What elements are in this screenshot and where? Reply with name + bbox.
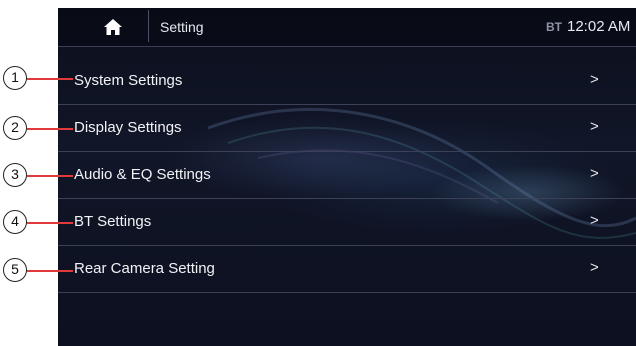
settings-menu: System Settings > Display Settings > Aud… bbox=[58, 58, 636, 293]
status-bar: Setting BT 12:02 AM bbox=[58, 8, 636, 47]
head-unit-screen: Setting BT 12:02 AM System Settings > Di… bbox=[58, 8, 636, 346]
menu-item-display-settings[interactable]: Display Settings > bbox=[58, 105, 636, 152]
callout-line-3 bbox=[27, 175, 73, 177]
menu-item-label: System Settings bbox=[74, 72, 183, 89]
clock: 12:02 AM bbox=[567, 18, 631, 35]
menu-item-rear-camera-setting[interactable]: Rear Camera Setting > bbox=[58, 246, 636, 293]
home-icon bbox=[104, 19, 122, 35]
callout-line-2 bbox=[27, 128, 73, 130]
callout-line-1 bbox=[27, 78, 73, 80]
chevron-right-icon: > bbox=[590, 71, 599, 88]
callout-2: 2 bbox=[3, 116, 27, 140]
menu-item-label: Rear Camera Setting bbox=[74, 260, 215, 277]
callout-1: 1 bbox=[3, 66, 27, 90]
menu-item-label: BT Settings bbox=[74, 213, 152, 230]
chevron-right-icon: > bbox=[590, 165, 599, 182]
chevron-right-icon: > bbox=[590, 259, 599, 276]
menu-item-label: Audio & EQ Settings bbox=[74, 166, 211, 183]
callout-3: 3 bbox=[3, 163, 27, 187]
chevron-right-icon: > bbox=[590, 212, 599, 229]
callout-line-4 bbox=[27, 222, 73, 224]
menu-item-bt-settings[interactable]: BT Settings > bbox=[58, 199, 636, 246]
home-button[interactable] bbox=[78, 10, 148, 44]
menu-item-system-settings[interactable]: System Settings > bbox=[58, 58, 636, 105]
page-title: Setting bbox=[160, 19, 204, 35]
menu-item-audio-eq-settings[interactable]: Audio & EQ Settings > bbox=[58, 152, 636, 199]
callout-4: 4 bbox=[3, 210, 27, 234]
chevron-right-icon: > bbox=[590, 118, 599, 135]
menu-item-label: Display Settings bbox=[74, 119, 182, 136]
callout-5: 5 bbox=[3, 258, 27, 282]
header-divider bbox=[148, 10, 149, 42]
callout-line-5 bbox=[27, 270, 73, 272]
bt-status-indicator: BT bbox=[546, 20, 562, 34]
